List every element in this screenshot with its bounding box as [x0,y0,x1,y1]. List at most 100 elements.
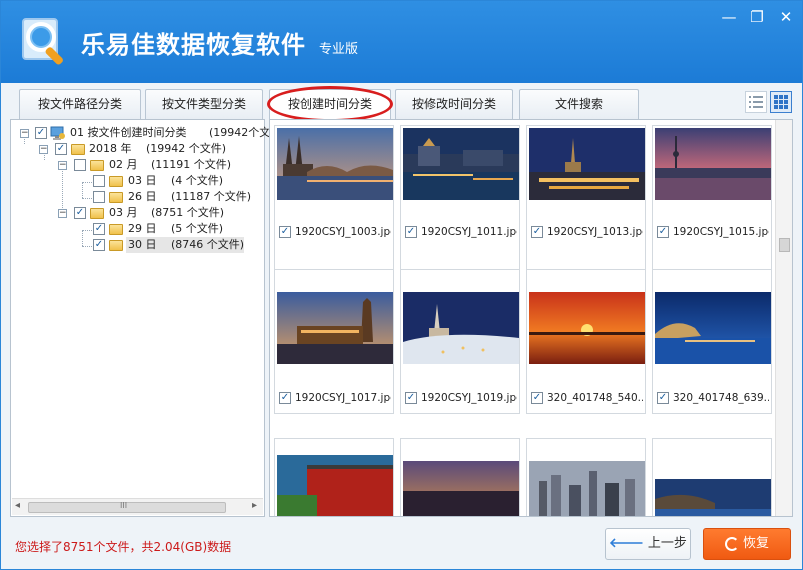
tree-node-label: 30 日 [128,238,157,251]
file-name: 1920CSYJ_1015.jpg [673,226,769,238]
tab-by-created-time[interactable]: 按创建时间分类 [269,89,391,120]
tab-by-type[interactable]: 按文件类型分类 [145,89,263,119]
thumbnail-card[interactable]: ✓ 1920CSYJ_1015.jpg [652,125,772,270]
folder-icon [109,176,123,187]
thumbnail-card[interactable]: ✓ 1920CSYJ_1019.jpg [400,269,520,414]
thumbnail-card[interactable]: ✓ 1920CSYJ_1011.jpg [400,125,520,270]
scroll-thumb[interactable] [779,238,790,252]
photo-image [655,479,771,516]
grid-view-icon[interactable] [770,91,792,113]
thumbnail-card[interactable]: ✓ 1920CSYJ_1013.jpg [526,125,646,270]
tree-node-day-30[interactable]: ✓ 30 日 (8746 个文件) [11,237,263,253]
thumbnail-card[interactable]: ✓ 1920CSYJ_1003.jpg [274,125,394,270]
checkbox[interactable]: ✓ [405,392,417,404]
restore-button[interactable]: ❐ [745,7,769,27]
photo-image [655,128,771,200]
photo-image [403,461,519,516]
checkbox[interactable]: ✓ [93,239,105,251]
recover-label: 恢复 [742,536,769,551]
checkbox[interactable] [74,159,86,171]
photo-image [529,128,645,200]
list-view-icon[interactable] [745,91,767,113]
tree-node-count: (11187 个文件) [171,190,252,203]
tree-node-label: 2018 年 [89,142,132,155]
close-button[interactable]: ✕ [774,7,798,27]
file-name: 1920CSYJ_1017.jpg [295,392,391,404]
computer-icon [50,126,65,140]
tree-node-label: 01 按文件创建时间分类 [70,126,187,139]
checkbox[interactable]: ✓ [657,226,669,238]
checkbox[interactable]: ✓ [657,392,669,404]
scroll-left-icon[interactable]: ◂ [15,500,20,511]
file-name: 1920CSYJ_1019.jpg [421,392,517,404]
checkbox[interactable]: ✓ [531,226,543,238]
collapse-toggle-icon[interactable]: − [58,161,67,170]
tree-node-count: (8751 个文件) [151,206,225,219]
tab-file-search[interactable]: 文件搜索 [519,89,639,119]
collapse-toggle-icon[interactable]: − [20,129,29,138]
folder-tree-panel: − ✓ 01 按文件创建时间分类 (19942个文 − ✓ 2018 年 (19… [10,119,270,517]
thumbnail-card[interactable] [274,438,394,516]
checkbox[interactable]: ✓ [55,143,67,155]
photo-image [529,292,645,364]
thumbnail-card[interactable] [652,438,772,516]
collapse-toggle-icon[interactable]: − [58,209,67,218]
tree-node-count: (8746 个文件) [171,238,245,251]
checkbox[interactable]: ✓ [35,127,47,139]
checkbox[interactable] [93,175,105,187]
tree-node-month-03[interactable]: − ✓ 03 月 (8751 个文件) [11,205,263,221]
folder-icon [109,224,123,235]
file-name: 320_401748_540... [547,392,643,404]
arrow-left-icon: 🡐 [609,536,644,551]
checkbox[interactable]: ✓ [74,207,86,219]
thumbnail-card[interactable]: ✓ 320_401748_639... [652,269,772,414]
photo-image [529,461,645,516]
tree-node-count: (19942个文 [209,126,271,139]
tree-node-count: (4 个文件) [171,174,224,187]
photo-image [403,292,519,364]
checkbox[interactable]: ✓ [279,226,291,238]
tree-node-label: 03 月 [109,206,138,219]
minimize-button[interactable]: — [717,7,741,27]
checkbox[interactable]: ✓ [279,392,291,404]
thumbnail-card[interactable] [526,438,646,516]
thumbnail-card[interactable]: ✓ 320_401748_540... [526,269,646,414]
tree-node-day-26[interactable]: 26 日 (11187 个文件) [11,189,263,205]
tree-node-root[interactable]: − ✓ 01 按文件创建时间分类 (19942个文 [11,125,270,141]
thumbnail-card[interactable] [400,438,520,516]
tab-by-modified-time[interactable]: 按修改时间分类 [395,89,513,119]
tree-node-label: 29 日 [128,222,157,235]
thumbnail-card[interactable]: ✓ 1920CSYJ_1017.jpg [274,269,394,414]
photo-image [277,292,393,364]
previous-step-button[interactable]: 🡐 上一步 [605,528,691,560]
checkbox[interactable]: ✓ [405,226,417,238]
photo-image [277,128,393,200]
horizontal-scrollbar[interactable]: ◂ III ▸ [12,498,263,515]
folder-icon [109,240,123,251]
photo-image [277,455,393,516]
collapse-toggle-icon[interactable]: − [39,145,48,154]
scroll-thumb[interactable]: III [28,501,226,513]
recover-button[interactable]: 恢复 [703,528,791,560]
tree-node-day-03[interactable]: 03 日 (4 个文件) [11,173,263,189]
vertical-scrollbar[interactable] [775,120,792,516]
tab-by-path[interactable]: 按文件路径分类 [19,89,141,119]
checkbox[interactable] [93,191,105,203]
tree-node-count: (11191 个文件) [151,158,232,171]
app-window: 乐易佳数据恢复软件 专业版 — ❐ ✕ 按文件路径分类 按文件类型分类 按创建时… [0,0,803,570]
title-bar: 乐易佳数据恢复软件 专业版 — ❐ ✕ [1,1,802,83]
scroll-right-icon[interactable]: ▸ [252,500,257,511]
folder-icon [109,192,123,203]
refresh-icon [724,536,739,551]
tree-node-year[interactable]: − ✓ 2018 年 (19942 个文件) [11,141,263,157]
thumbnail-grid: ✓ 1920CSYJ_1003.jpg ✓ 1920CSYJ_1011.jpg ✓ 1… [269,119,793,517]
folder-icon [71,144,85,155]
checkbox[interactable]: ✓ [93,223,105,235]
photo-image [403,128,519,200]
tree-node-day-29[interactable]: ✓ 29 日 (5 个文件) [11,221,263,237]
tree-node-month-02[interactable]: − 02 月 (11191 个文件) [11,157,263,173]
folder-icon [90,160,104,171]
selection-status: 您选择了8751个文件，共2.04(GB)数据 [15,540,232,554]
app-title: 乐易佳数据恢复软件 [81,31,306,59]
checkbox[interactable]: ✓ [531,392,543,404]
